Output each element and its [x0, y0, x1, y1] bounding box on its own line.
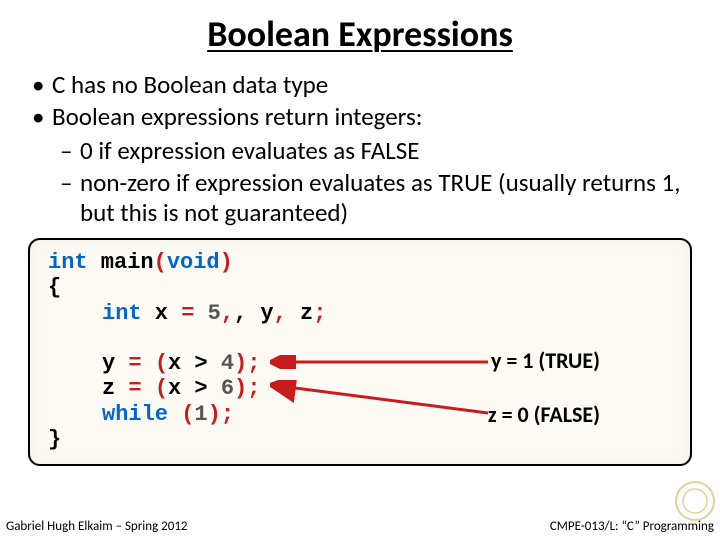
slide-title: Boolean Expressions	[28, 12, 692, 56]
annotation-false: z = 0 (FALSE)	[488, 402, 600, 427]
code-line: int x = 5,, y, z;	[48, 301, 672, 326]
code-text	[194, 301, 207, 326]
footer-course: CMPE-013/L: “C” Programming	[550, 519, 714, 534]
code-box: int main(void) { int x = 5,, y, z; y = (…	[28, 238, 692, 466]
footer-author: Gabriel Hugh Elkaim – Spring 2012	[6, 519, 188, 534]
code-line: int main(void)	[48, 250, 672, 275]
code-line: }	[48, 427, 672, 452]
code-paren: )	[208, 402, 221, 427]
code-paren: )	[234, 376, 247, 401]
sub-bullets: 0 if expression evaluates as FALSE non-z…	[60, 136, 692, 228]
code-paren: (	[155, 376, 168, 401]
code-op: ,	[274, 301, 287, 326]
code-text	[168, 402, 181, 427]
arrow-icon	[270, 380, 490, 392]
arrow-icon	[270, 355, 490, 367]
code-paren: )	[234, 351, 247, 376]
primary-bullets: C has no Boolean data type Boolean expre…	[32, 70, 692, 132]
code-number: 6	[221, 376, 234, 401]
code-text: z	[102, 376, 128, 401]
bullet-item: C has no Boolean data type	[32, 70, 692, 100]
code-keyword: while	[102, 402, 168, 427]
seal-icon	[674, 480, 716, 522]
code-op: =	[128, 351, 141, 376]
sub-bullet-item: non-zero if expression evaluates as TRUE…	[60, 168, 692, 228]
code-line: {	[48, 275, 672, 300]
code-text	[142, 376, 155, 401]
code-op: ;	[313, 301, 326, 326]
code-keyword: void	[167, 250, 220, 275]
code-text: }	[48, 427, 61, 452]
code-text: x	[142, 301, 182, 326]
code-op: ;	[247, 376, 260, 401]
code-keyword: int	[102, 301, 142, 326]
code-keyword: int	[48, 250, 88, 275]
code-paren: (	[181, 402, 194, 427]
code-text: z	[287, 301, 313, 326]
code-paren: (	[155, 351, 168, 376]
code-paren: )	[220, 250, 233, 275]
code-op: =	[181, 301, 194, 326]
code-op: ;	[247, 351, 260, 376]
code-text: {	[48, 275, 61, 300]
code-text: x >	[168, 376, 221, 401]
code-text	[142, 351, 155, 376]
sub-bullet-item: 0 if expression evaluates as FALSE	[60, 136, 692, 166]
slide: Boolean Expressions C has no Boolean dat…	[0, 0, 720, 540]
code-text: main	[88, 250, 154, 275]
code-text: y	[102, 351, 128, 376]
code-text: x >	[168, 351, 221, 376]
bullet-item: Boolean expressions return integers:	[32, 102, 692, 132]
code-number: 5	[208, 301, 221, 326]
code-number: 1	[194, 402, 207, 427]
code-op: ;	[221, 402, 234, 427]
code-text: , y	[234, 301, 274, 326]
code-op: =	[128, 376, 141, 401]
code-op: ,	[221, 301, 234, 326]
code-number: 4	[221, 351, 234, 376]
annotation-true: y = 1 (TRUE)	[491, 348, 600, 373]
code-paren: (	[154, 250, 167, 275]
